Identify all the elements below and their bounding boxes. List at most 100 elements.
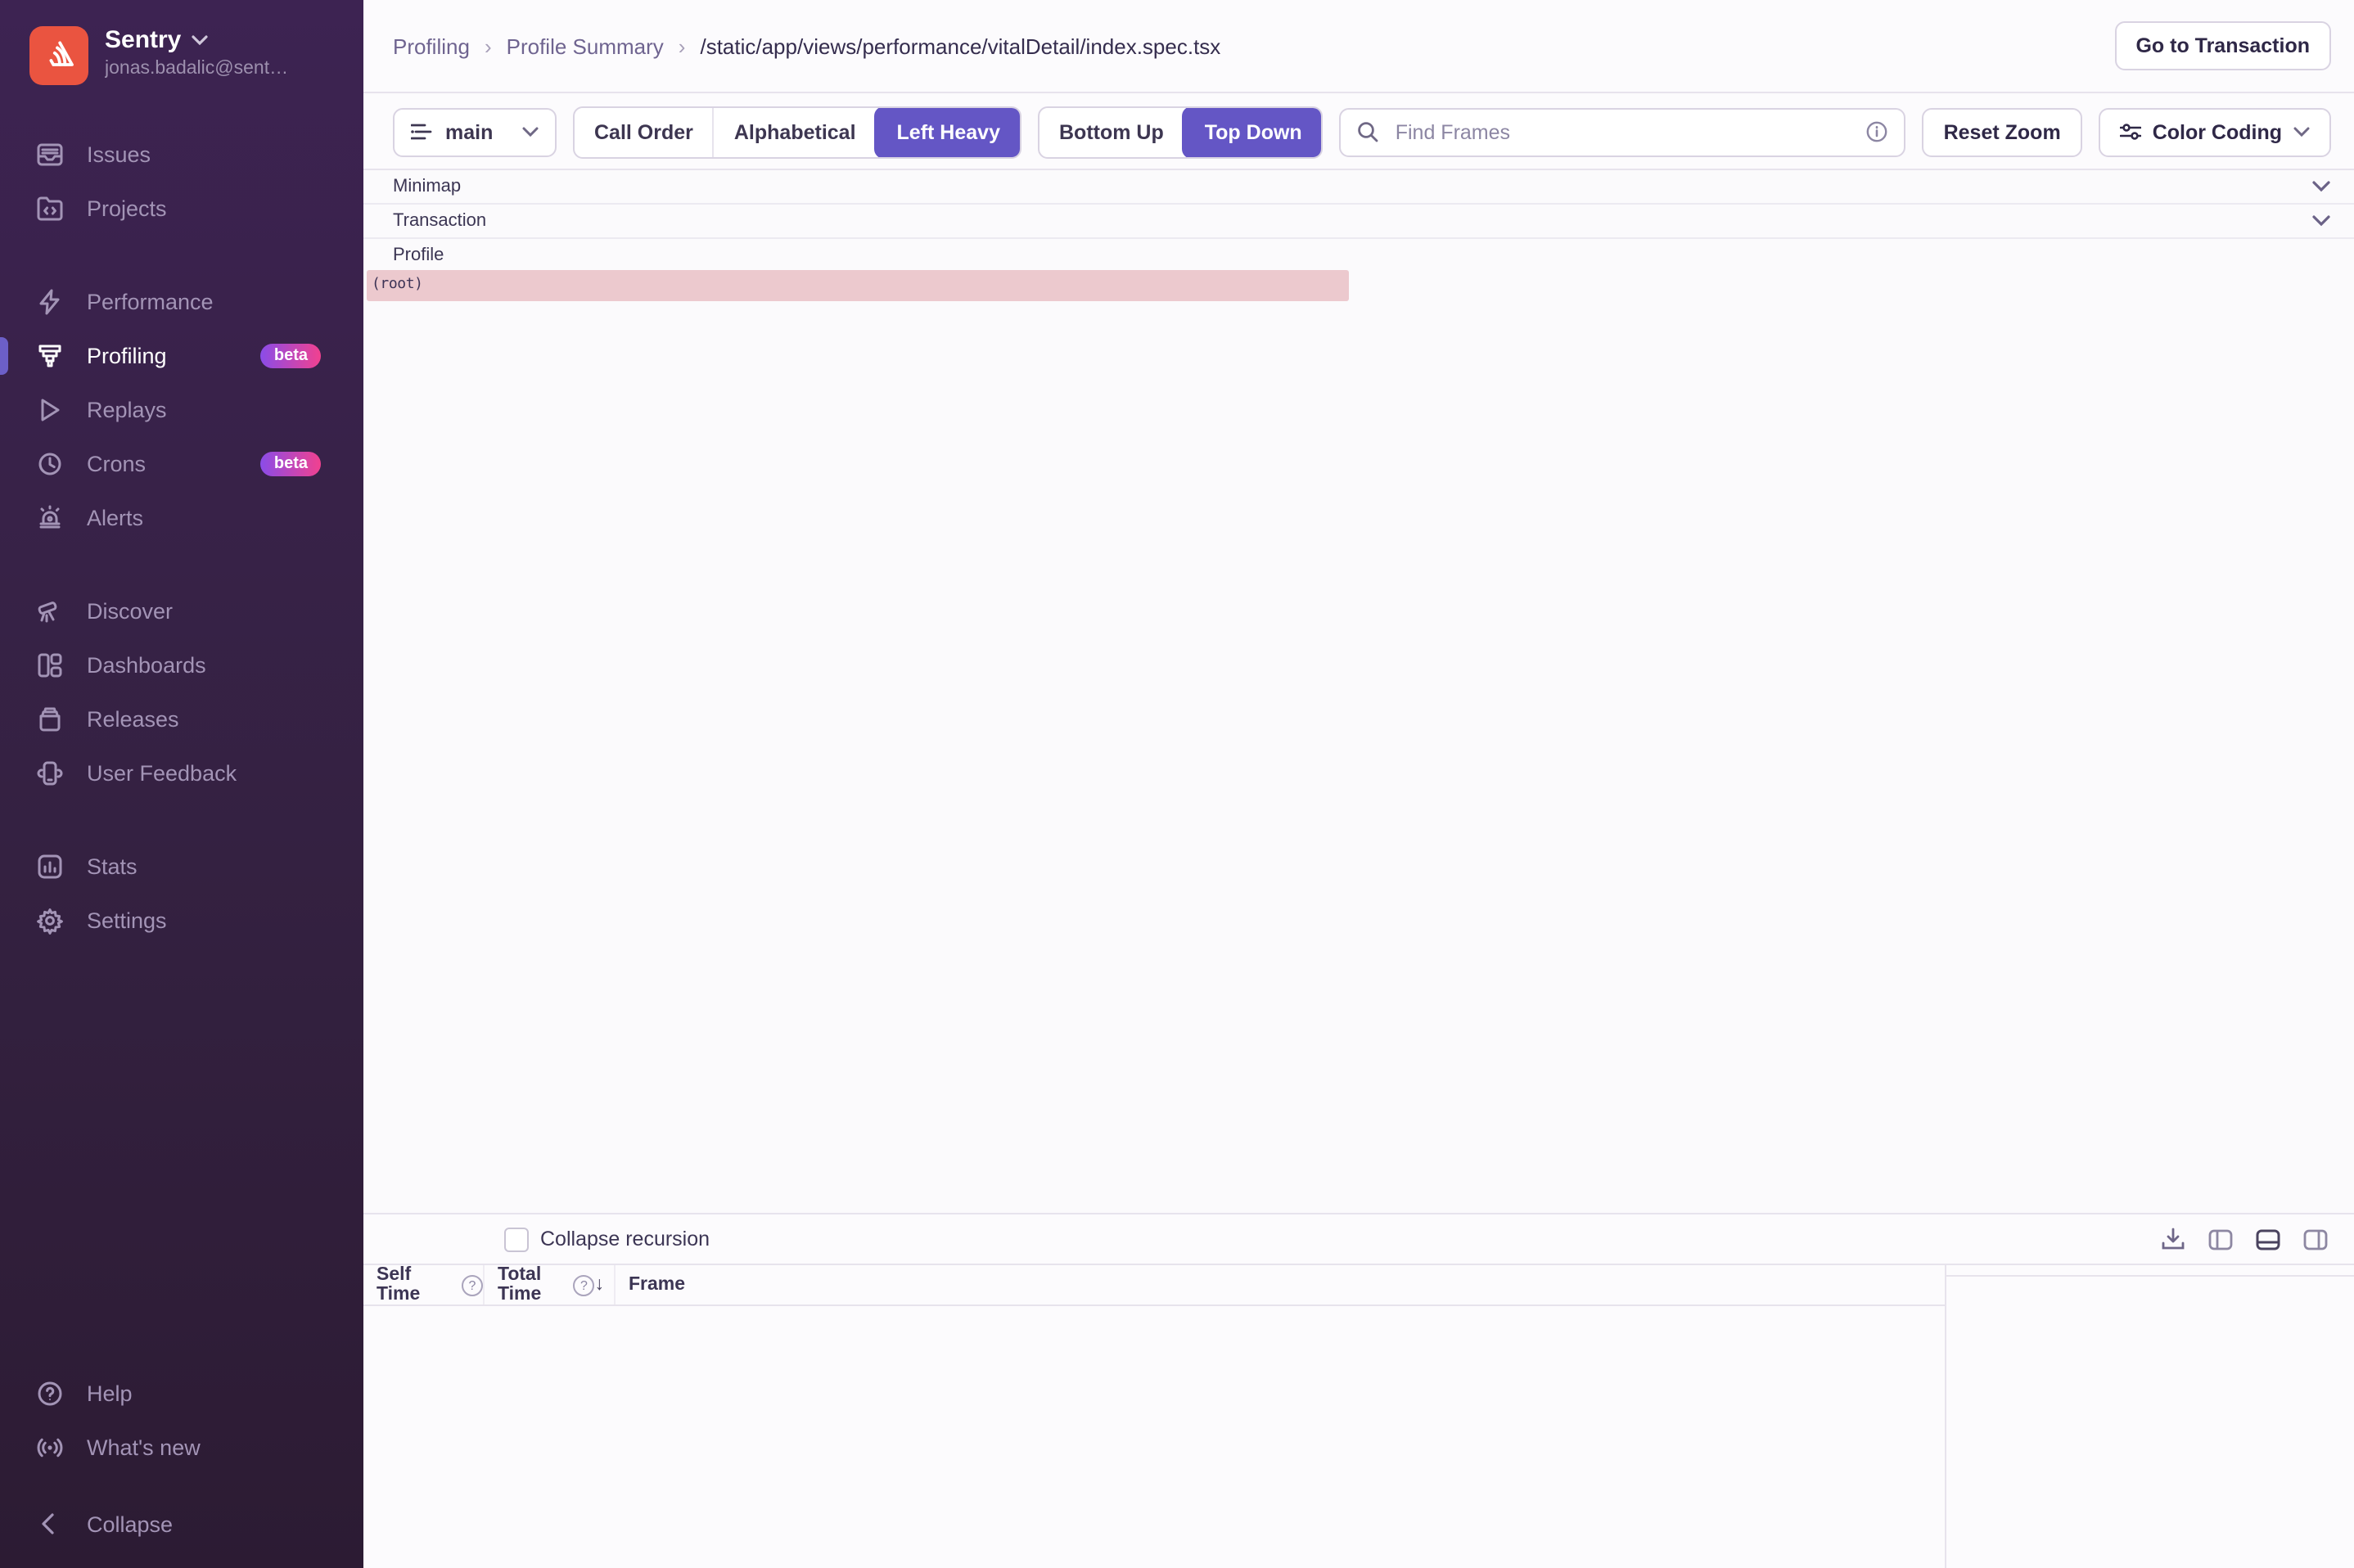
info-icon: ? <box>574 1274 595 1295</box>
minimap-strip[interactable]: Minimap <box>363 170 2354 205</box>
main-content: Profiling › Profile Summary › /static/ap… <box>363 0 2354 1568</box>
sidebar-footer-items: Help What's new <box>0 1367 363 1475</box>
sidebar-item-discover[interactable]: Discover <box>0 584 363 638</box>
breadcrumb-profile-summary[interactable]: Profile Summary <box>507 34 664 58</box>
column-header-total-time[interactable]: Total Time? ↓ <box>485 1265 616 1304</box>
collapse-recursion-label: Collapse recursion <box>540 1228 710 1250</box>
collapse-recursion-checkbox[interactable]: Collapse recursion <box>504 1227 710 1251</box>
broadcast-icon <box>36 1434 64 1462</box>
releases-icon <box>36 705 64 733</box>
chevron-down-icon[interactable] <box>2311 214 2331 228</box>
layout-right-icon[interactable] <box>2303 1228 2328 1250</box>
frames-table-header: Self Time? Total Time? ↓ Frame <box>363 1265 1945 1306</box>
breadcrumb-separator: › <box>679 34 686 58</box>
org-name: Sentry <box>105 26 181 54</box>
search-input[interactable] <box>1392 119 1854 145</box>
sidebar: Sentry jonas.badalic@sent… Issues Project… <box>0 0 363 1568</box>
sidebar-item-crons[interactable]: Cronsbeta <box>0 437 363 491</box>
sidebar-item-label: Stats <box>87 854 138 879</box>
details-fields <box>1946 1277 2354 1306</box>
sidebar-item-projects[interactable]: Projects <box>0 182 363 236</box>
find-frames-searchbox[interactable] <box>1340 107 1906 156</box>
thread-list-icon <box>411 123 432 141</box>
profiling-icon <box>36 342 64 370</box>
column-header-self-time[interactable]: Self Time? <box>363 1265 485 1304</box>
chevron-down-icon <box>191 34 207 46</box>
sidebar-item-label: Profiling <box>87 344 167 368</box>
sort-option-call-order[interactable]: Call Order <box>575 107 713 156</box>
help-icon <box>36 1380 64 1408</box>
details-tabs <box>1946 1265 2354 1277</box>
org-switcher[interactable]: Sentry jonas.badalic@sent… <box>0 0 363 85</box>
direction-segmented-control: Bottom UpTop Down <box>1038 106 1324 158</box>
profile-strip: Profile <box>363 239 2354 270</box>
layout-bottom-icon[interactable] <box>2256 1228 2280 1250</box>
thread-selector[interactable]: main <box>393 107 557 156</box>
crons-icon <box>36 450 64 478</box>
download-icon[interactable] <box>2161 1228 2185 1250</box>
sidebar-item-label: Settings <box>87 908 167 933</box>
direction-option-bottom-up[interactable]: Bottom Up <box>1039 107 1184 156</box>
sidebar-item-settings[interactable]: Settings <box>0 894 363 948</box>
color-coding-button[interactable]: Color Coding <box>2099 107 2331 156</box>
sidebar-collapse[interactable]: Collapse <box>0 1498 363 1552</box>
sidebar-item-stats[interactable]: Stats <box>0 840 363 894</box>
breadcrumb-separator: › <box>485 34 492 58</box>
direction-option-top-down[interactable]: Top Down <box>1182 106 1324 158</box>
user-email: jonas.badalic@sent… <box>105 59 288 79</box>
sidebar-nav-group: Stats Settings <box>0 840 363 948</box>
sidebar-item-performance[interactable]: Performance <box>0 275 363 329</box>
transaction-strip[interactable]: Transaction <box>363 205 2354 239</box>
breadcrumb-transaction-path: /static/app/views/performance/vitalDetai… <box>700 34 1220 58</box>
sidebar-item-help[interactable]: Help <box>0 1367 363 1421</box>
chevron-down-icon <box>2293 126 2310 137</box>
layout-left-icon[interactable] <box>2208 1228 2233 1250</box>
sidebar-item-user-feedback[interactable]: User Feedback <box>0 746 363 800</box>
active-indicator <box>0 337 8 375</box>
chevron-left-icon <box>36 1511 64 1539</box>
toolbar: main Call OrderAlphabeticalLeft Heavy Bo… <box>363 95 2354 170</box>
projects-icon <box>36 195 64 223</box>
sidebar-item-profiling[interactable]: Profilingbeta <box>0 329 363 383</box>
replays-icon <box>36 396 64 424</box>
sidebar-item-label: Performance <box>87 290 214 314</box>
checkbox-box[interactable] <box>504 1227 529 1251</box>
search-icon <box>1358 121 1379 142</box>
chevron-down-icon[interactable] <box>2311 180 2331 193</box>
sidebar-item-label: Alerts <box>87 506 143 530</box>
reset-zoom-button[interactable]: Reset Zoom <box>1923 107 2082 156</box>
issues-icon <box>36 141 64 169</box>
page-header: Profiling › Profile Summary › /static/ap… <box>363 0 2354 93</box>
sidebar-item-what-s-new[interactable]: What's new <box>0 1421 363 1475</box>
profile-strip-label: Profile <box>393 245 444 264</box>
performance-icon <box>36 288 64 316</box>
go-to-transaction-button[interactable]: Go to Transaction <box>2114 21 2331 70</box>
sidebar-item-releases[interactable]: Releases <box>0 692 363 746</box>
minimap-label: Minimap <box>393 177 461 196</box>
flamegraph[interactable]: (root) <box>367 270 2354 1213</box>
sidebar-item-issues[interactable]: Issues <box>0 128 363 182</box>
sidebar-item-dashboards[interactable]: Dashboards <box>0 638 363 692</box>
sidebar-item-alerts[interactable]: Alerts <box>0 491 363 545</box>
sidebar-item-label: Help <box>87 1381 133 1406</box>
flame-frame-root[interactable]: (root) <box>367 270 1349 301</box>
column-header-frame[interactable]: Frame <box>616 1275 1945 1295</box>
sort-option-alphabetical[interactable]: Alphabetical <box>713 107 876 156</box>
color-coding-label: Color Coding <box>2153 120 2282 143</box>
sidebar-item-label: User Feedback <box>87 761 237 786</box>
breadcrumb: Profiling › Profile Summary › /static/ap… <box>393 34 1220 58</box>
sidebar-item-label: Issues <box>87 142 151 167</box>
transaction-strip-label: Transaction <box>393 211 486 231</box>
sidebar-item-label: Discover <box>87 599 173 624</box>
sidebar-collapse-label: Collapse <box>87 1512 173 1537</box>
sidebar-nav-group: Performance ProfilingbetaReplaysCronsbeta… <box>0 275 363 545</box>
feedback-icon <box>36 759 64 787</box>
sidebar-item-replays[interactable]: Replays <box>0 383 363 437</box>
sidebar-nav-group: Issues Projects <box>0 128 363 236</box>
sidebar-item-label: What's new <box>87 1435 201 1460</box>
sidebar-item-label: Dashboards <box>87 653 206 678</box>
app-root: Sentry jonas.badalic@sent… Issues Project… <box>0 0 2354 1568</box>
breadcrumb-profiling[interactable]: Profiling <box>393 34 470 58</box>
sentry-logo-icon <box>29 26 88 85</box>
sort-option-left-heavy[interactable]: Left Heavy <box>874 106 1021 158</box>
